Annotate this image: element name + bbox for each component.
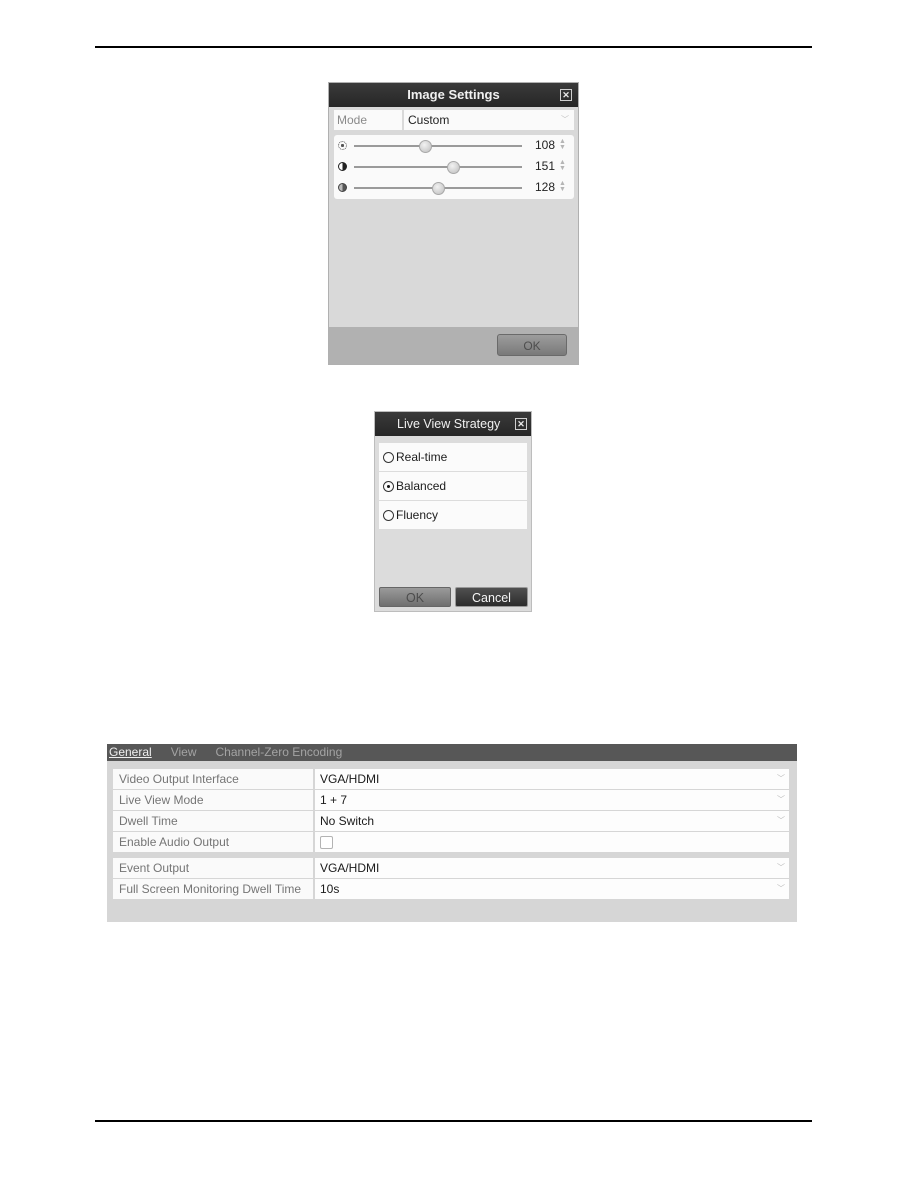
tab-bar: General View Channel-Zero Encoding [107, 744, 797, 761]
setting-value: VGA/HDMI [320, 772, 380, 786]
mode-row: Mode Custom ﹀ [334, 110, 574, 130]
footer-rule [95, 1120, 812, 1122]
setting-label: Enable Audio Output [113, 832, 313, 852]
setting-label: Event Output [113, 858, 313, 878]
live-view-mode-select[interactable]: 1 + 7 ﹀ [315, 790, 789, 810]
video-output-interface-select[interactable]: VGA/HDMI ﹀ [315, 769, 789, 789]
saturation-slider[interactable] [354, 182, 522, 195]
chevron-down-icon: ﹀ [561, 115, 569, 124]
tab-channel-zero-encoding[interactable]: Channel-Zero Encoding [216, 744, 343, 761]
enable-audio-output-field [315, 832, 789, 852]
chevron-down-icon: ﹀ [777, 816, 785, 825]
cancel-button[interactable]: Cancel [455, 587, 528, 607]
slider-thumb[interactable] [432, 182, 445, 195]
dwell-time-select[interactable]: No Switch ﹀ [315, 811, 789, 831]
option-balanced[interactable]: Balanced [379, 472, 527, 500]
slider-thumb[interactable] [418, 140, 432, 153]
full-screen-dwell-time-select[interactable]: 10s ﹀ [315, 879, 789, 899]
ok-button[interactable]: OK [497, 334, 567, 356]
chevron-down-icon: ﹀ [777, 884, 785, 893]
header-rule [95, 46, 812, 48]
mode-value: Custom [408, 113, 450, 127]
contrast-slider[interactable] [354, 161, 522, 174]
brightness-slider-row: 108 ▲ ▼ [334, 136, 574, 156]
dialog-footer: OK [329, 327, 578, 364]
mode-label: Mode [334, 110, 404, 130]
spinner-icon[interactable]: ▲ ▼ [559, 138, 566, 151]
setting-label: Video Output Interface [113, 769, 313, 789]
general-settings-panel: General View Channel-Zero Encoding Video… [107, 744, 797, 922]
setting-value: No Switch [320, 814, 375, 828]
spinner-icon[interactable]: ▲ ▼ [559, 180, 566, 193]
contrast-value[interactable]: 151 [527, 159, 555, 173]
saturation-value[interactable]: 128 [527, 180, 555, 194]
option-fluency[interactable]: Fluency [379, 501, 527, 529]
saturation-icon [338, 183, 347, 192]
option-label: Real-time [396, 450, 448, 464]
chevron-down-icon: ﹀ [777, 774, 785, 783]
tab-general[interactable]: General [109, 744, 152, 761]
option-label: Fluency [396, 508, 439, 522]
radio-icon[interactable] [383, 510, 394, 521]
setting-row-event-output: Event Output VGA/HDMI ﹀ [113, 858, 789, 878]
event-output-select[interactable]: VGA/HDMI ﹀ [315, 858, 789, 878]
setting-row-video-output-interface: Video Output Interface VGA/HDMI ﹀ [113, 769, 789, 789]
setting-value: VGA/HDMI [320, 861, 380, 875]
slider-thumb[interactable] [447, 161, 461, 174]
radio-icon[interactable] [383, 481, 394, 492]
setting-value: 1 + 7 [320, 793, 348, 807]
slider-panel: 108 ▲ ▼ 151 ▲ ▼ 128 ▲ ▼ [334, 135, 574, 199]
close-icon[interactable]: ✕ [515, 418, 527, 430]
saturation-slider-row: 128 ▲ ▼ [334, 178, 574, 198]
live-view-strategy-dialog: Live View Strategy ✕ Real-time Balanced … [374, 411, 532, 612]
settings-group-1: Video Output Interface VGA/HDMI ﹀ Live Vi… [113, 769, 789, 853]
chevron-down-icon: ﹀ [777, 863, 785, 872]
radio-icon[interactable] [383, 452, 394, 463]
dialog-title-bar: Image Settings ✕ [329, 83, 578, 107]
settings-group-2: Event Output VGA/HDMI ﹀ Full Screen Monit… [113, 858, 789, 900]
setting-row-dwell-time: Dwell Time No Switch ﹀ [113, 811, 789, 831]
setting-label: Live View Mode [113, 790, 313, 810]
brightness-value[interactable]: 108 [527, 138, 555, 152]
ok-button[interactable]: OK [379, 587, 451, 607]
dialog-title: Live View Strategy [397, 417, 501, 431]
setting-row-enable-audio-output: Enable Audio Output [113, 832, 789, 852]
mode-select[interactable]: Custom ﹀ [404, 110, 574, 130]
dialog-title: Image Settings [407, 87, 500, 102]
chevron-down-icon: ﹀ [777, 795, 785, 804]
dialog-title-bar: Live View Strategy ✕ [375, 412, 531, 436]
option-real-time[interactable]: Real-time [379, 443, 527, 471]
enable-audio-output-checkbox[interactable] [320, 836, 333, 849]
image-settings-dialog: Image Settings ✕ Mode Custom ﹀ 108 ▲ ▼ 15… [328, 82, 579, 365]
close-icon[interactable]: ✕ [560, 89, 572, 101]
setting-label: Full Screen Monitoring Dwell Time [113, 879, 313, 899]
brightness-slider[interactable] [354, 140, 522, 153]
tab-view[interactable]: View [171, 744, 197, 761]
contrast-icon [338, 162, 347, 171]
option-label: Balanced [396, 479, 447, 493]
brightness-icon [338, 141, 347, 150]
spinner-icon[interactable]: ▲ ▼ [559, 159, 566, 172]
contrast-slider-row: 151 ▲ ▼ [334, 157, 574, 177]
setting-row-full-screen-dwell-time: Full Screen Monitoring Dwell Time 10s ﹀ [113, 879, 789, 899]
setting-label: Dwell Time [113, 811, 313, 831]
setting-value: 10s [320, 882, 340, 896]
setting-row-live-view-mode: Live View Mode 1 + 7 ﹀ [113, 790, 789, 810]
